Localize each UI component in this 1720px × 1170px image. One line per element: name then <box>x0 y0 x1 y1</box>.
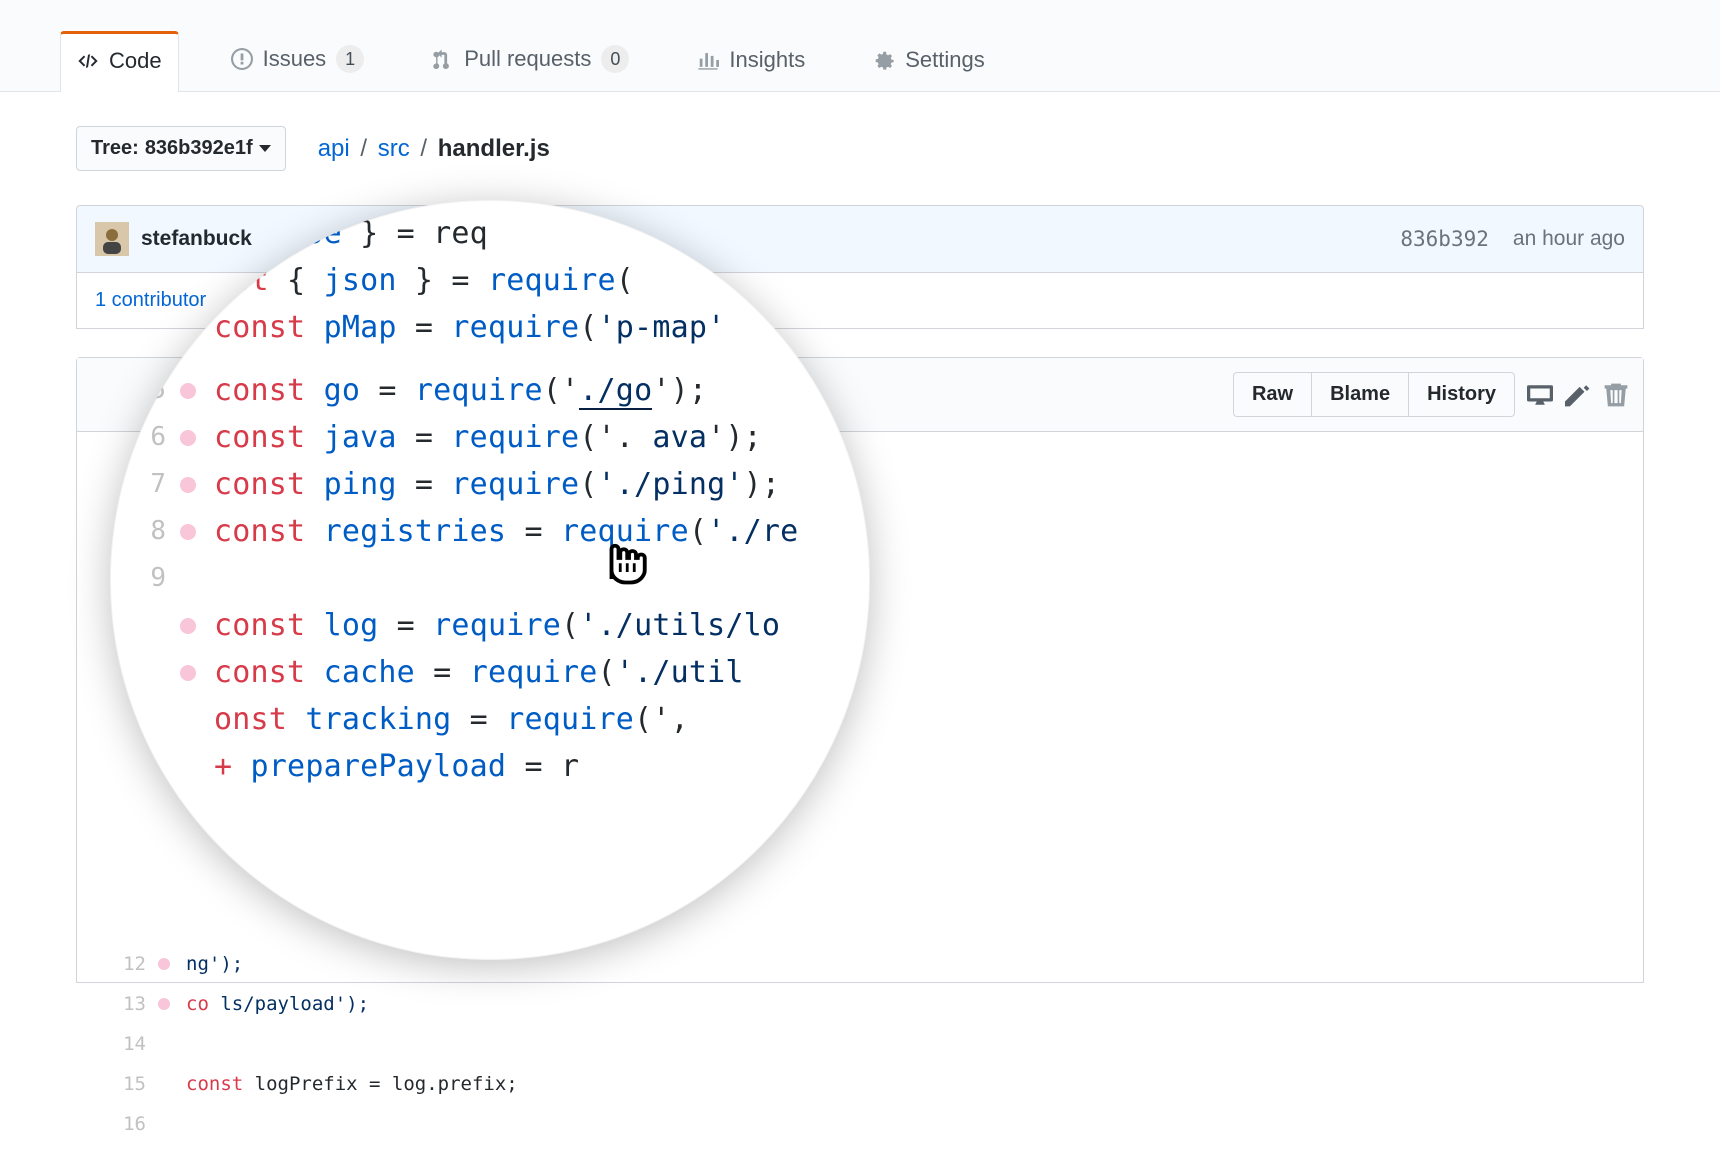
code-text: + preparePayload = r <box>214 743 579 790</box>
marker-dot-icon <box>180 226 196 242</box>
marker-dot-icon <box>158 1118 170 1130</box>
marker-dot-icon <box>180 430 196 446</box>
marker-dot-icon <box>180 571 196 587</box>
blame-button[interactable]: Blame <box>1311 372 1408 417</box>
code-text: onst tracking = require(', <box>214 696 689 743</box>
code-text: const go = require('./go'); <box>214 367 707 414</box>
marker-dot-icon <box>180 618 196 634</box>
code-text: const cache = require('./util <box>214 649 744 696</box>
tab-settings-label: Settings <box>905 47 985 73</box>
code-text: const pMap = require('p-map' <box>214 304 725 351</box>
desktop-icon[interactable] <box>1527 382 1553 408</box>
code-line: 9 <box>110 555 870 602</box>
breadcrumb-row: Tree: 836b392e1f api / src / handler.js <box>60 92 1660 171</box>
breadcrumb-root[interactable]: api <box>318 135 350 162</box>
tab-insights-label: Insights <box>729 47 805 73</box>
pencil-icon[interactable] <box>1565 382 1591 408</box>
line-number: 16 <box>92 1104 146 1144</box>
code-line <box>110 351 870 367</box>
pulls-count: 0 <box>601 45 629 73</box>
marker-dot-icon <box>180 273 196 289</box>
code-text: .st { json } = require( <box>214 257 634 304</box>
tree-btn-label: Tree: <box>91 137 139 160</box>
code-line: const cache = require('./util <box>110 649 870 696</box>
breadcrumb-sep: / <box>360 135 367 162</box>
marker-dot-icon <box>158 1038 170 1050</box>
breadcrumb-file: handler.js <box>438 135 550 162</box>
code-text: ng'); <box>186 944 243 984</box>
code-text: { parse } = req <box>214 210 488 257</box>
issues-count: 1 <box>336 45 364 73</box>
code-text: const logPrefix = log.prefix; <box>186 1064 518 1104</box>
line-number: 6 <box>110 414 166 461</box>
code-line: 8 const registries = require('./re <box>110 508 870 555</box>
line-number: 15 <box>92 1064 146 1104</box>
file-actions-group: Raw Blame History <box>1233 372 1515 417</box>
marker-dot-icon <box>180 320 196 336</box>
tab-pulls-label: Pull requests <box>464 46 591 72</box>
tab-insights[interactable]: Insights <box>681 33 821 91</box>
marker-dot-icon <box>180 383 196 399</box>
tab-issues-label: Issues <box>263 46 327 72</box>
marker-dot-icon <box>180 351 196 367</box>
breadcrumb-sep: / <box>420 135 427 162</box>
marker-dot-icon <box>180 759 196 775</box>
code-text: const ping = require('./ping'); <box>214 461 780 508</box>
tab-issues[interactable]: Issues 1 <box>215 31 381 91</box>
code-line: 14 <box>92 1024 518 1064</box>
code-line: 7 const ping = require('./ping'); <box>110 461 870 508</box>
code-line: 16 <box>92 1104 518 1144</box>
code-line: + preparePayload = r <box>110 743 870 790</box>
marker-dot-icon <box>158 1078 170 1090</box>
marker-dot-icon <box>158 958 170 970</box>
line-number: 14 <box>92 1024 146 1064</box>
tab-code-label: Code <box>109 48 162 74</box>
tree-btn-sha: 836b392e1f <box>145 137 253 160</box>
marker-dot-icon <box>180 477 196 493</box>
magnifier-lens: { parse } = req .st { json } = require(c… <box>110 200 870 960</box>
commit-sha[interactable]: 836b392 <box>1400 227 1489 251</box>
line-number: 8 <box>110 508 166 555</box>
code-text: const log = require('./utils/lo <box>214 602 780 649</box>
marker-dot-icon <box>180 712 196 728</box>
raw-button[interactable]: Raw <box>1233 372 1311 417</box>
code-text: const registries = require('./re <box>214 508 798 555</box>
code-text: const java = require('. ava'); <box>214 414 762 461</box>
breadcrumb: api / src / handler.js <box>318 135 550 163</box>
tab-settings[interactable]: Settings <box>857 33 1001 91</box>
history-button[interactable]: History <box>1408 372 1515 417</box>
breadcrumb-dir[interactable]: src <box>378 135 410 162</box>
issue-icon <box>231 48 253 70</box>
code-text: co ls/payload'); <box>186 984 369 1024</box>
marker-dot-icon <box>180 665 196 681</box>
line-number: 13 <box>92 984 146 1024</box>
code-line: { parse } = req <box>110 210 870 257</box>
code-line: 15 const logPrefix = log.prefix; <box>92 1064 518 1104</box>
code-icon <box>77 50 99 72</box>
trash-icon[interactable] <box>1603 382 1629 408</box>
caret-down-icon <box>259 145 271 152</box>
line-number: 7 <box>110 461 166 508</box>
code-line: const log = require('./utils/lo <box>110 602 870 649</box>
code-lines-small: 12 ng'); 13 co ls/payload'); 14 15 const log… <box>92 944 518 1144</box>
line-number: 5 <box>110 367 166 414</box>
marker-dot-icon <box>158 998 170 1010</box>
code-line: 6 const java = require('. ava'); <box>110 414 870 461</box>
marker-dot-icon <box>180 524 196 540</box>
code-line: 13 co ls/payload'); <box>92 984 518 1024</box>
code-line: const pMap = require('p-map' <box>110 304 870 351</box>
line-number: 12 <box>92 944 146 984</box>
commit-time: an hour ago <box>1513 227 1625 251</box>
tab-pull-requests[interactable]: Pull requests 0 <box>416 31 645 91</box>
graph-icon <box>697 49 719 71</box>
line-number: 9 <box>110 555 166 602</box>
tree-select-button[interactable]: Tree: 836b392e1f <box>76 126 286 171</box>
repo-tabbar: Code Issues 1 Pull requests 0 Insights <box>0 0 1720 92</box>
code-line: onst tracking = require(', <box>110 696 870 743</box>
pull-request-icon <box>432 48 454 70</box>
code-line: .st { json } = require( <box>110 257 870 304</box>
tab-code[interactable]: Code <box>60 31 179 92</box>
code-line: 5 const go = require('./go'); <box>110 367 870 414</box>
gear-icon <box>873 49 895 71</box>
